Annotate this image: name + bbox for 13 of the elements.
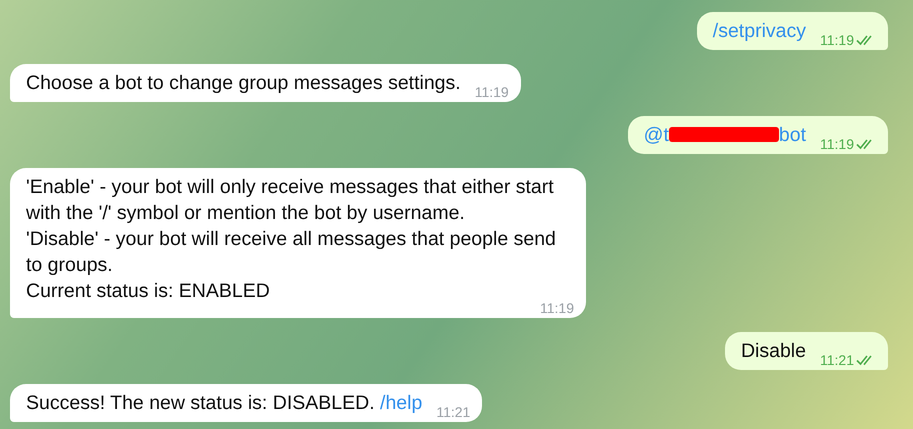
message-time: 11:21 (436, 404, 470, 420)
mention-link[interactable]: @t bot (644, 122, 806, 148)
message-text: Disable (740, 339, 806, 364)
message-time: 11:21 (820, 352, 854, 368)
message-text: 'Enable' - your bot will only receive messages that either start with the '/' symbol or mention the bot by username. 'Disable' - your bot will receive all messages that people send to groups. Current status is: ENABLED (26, 175, 557, 303)
message-time: 11:19 (474, 84, 509, 100)
command-link[interactable]: /setprivacy (712, 18, 806, 44)
message-text: Choose a bot to change group messages settings. (26, 71, 461, 96)
message-time: 11:19 (820, 32, 854, 48)
message-text: Success! The new status is: DISABLED. /help (26, 391, 422, 416)
message-time: 11:19 (820, 136, 854, 152)
message-time: 11:19 (540, 300, 574, 316)
command-link[interactable]: /help (380, 392, 422, 414)
